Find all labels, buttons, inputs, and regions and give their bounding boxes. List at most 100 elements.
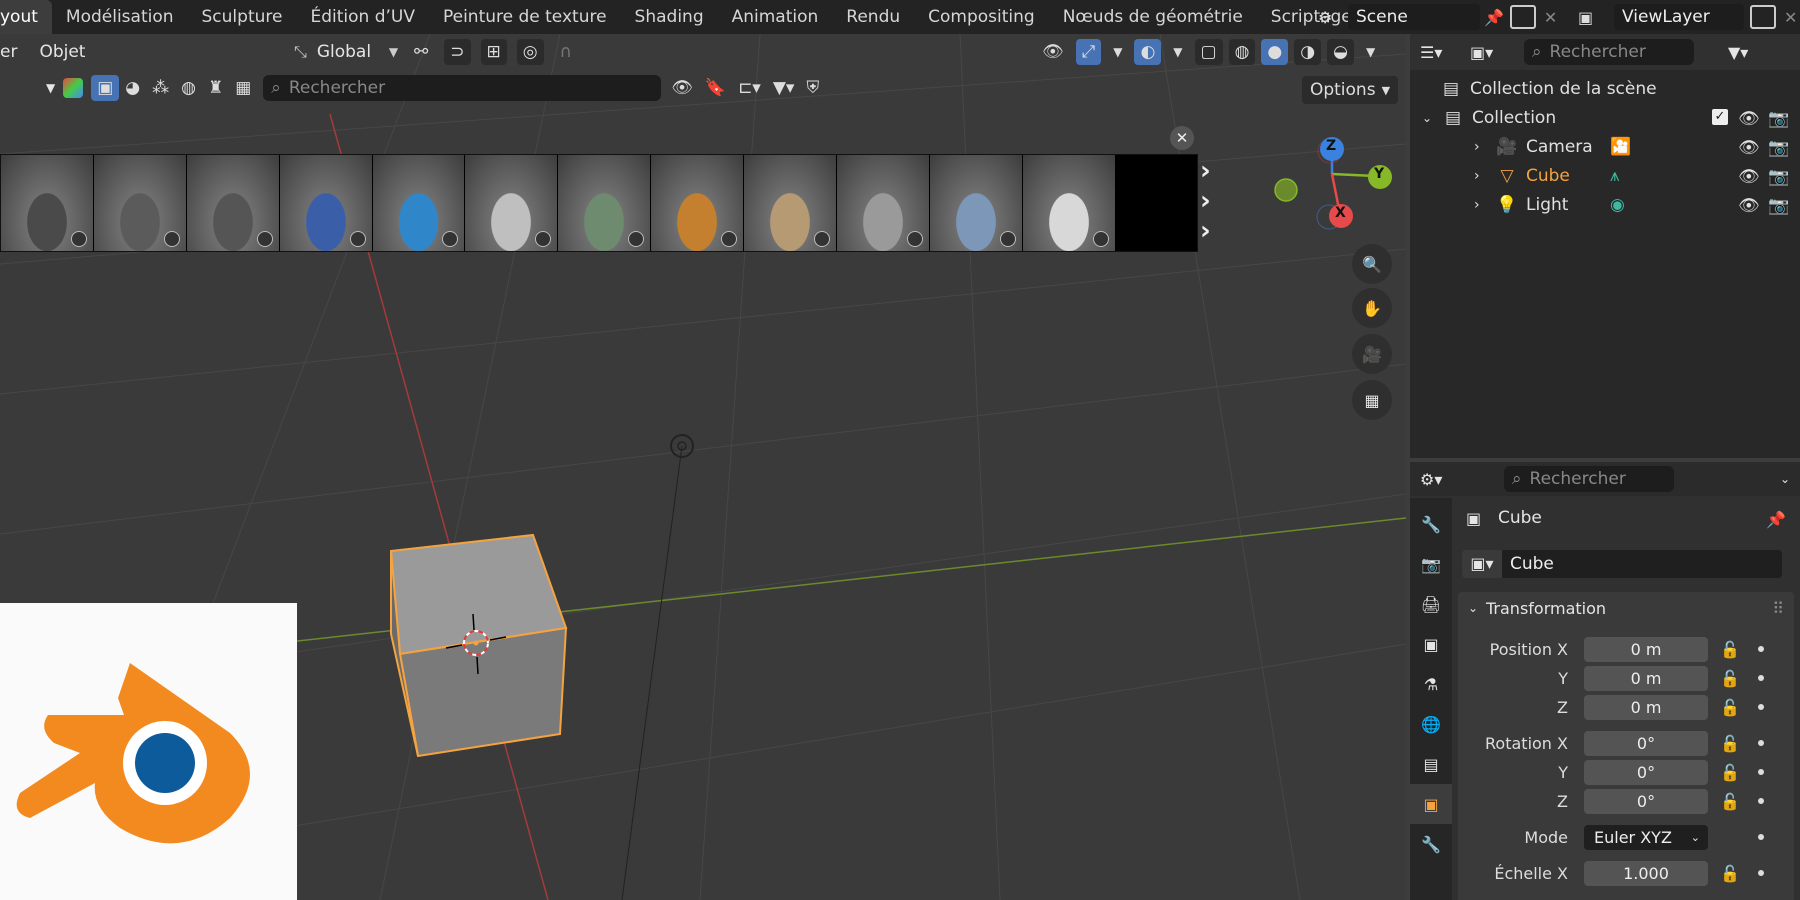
- tab-compositing[interactable]: Compositing: [914, 0, 1049, 34]
- pin-icon[interactable]: 📌: [1766, 510, 1786, 529]
- chevron-right-icon[interactable]: ›: [1474, 139, 1496, 155]
- modifier-tab-icon[interactable]: 🔧: [1410, 824, 1452, 864]
- tab-uv-editing[interactable]: Édition d’UV: [296, 0, 429, 34]
- asset-thumbnail[interactable]: [929, 155, 1022, 251]
- chevron-down-icon[interactable]: ⌄: [1422, 111, 1442, 125]
- keyframe-dot-icon[interactable]: [1758, 798, 1764, 804]
- object-data-icon[interactable]: 🎦: [1610, 137, 1631, 157]
- strip-arrow-icon[interactable]: ›: [1200, 158, 1226, 184]
- transform-value-field[interactable]: 0 m: [1584, 636, 1708, 662]
- tab-modeling[interactable]: Modélisation: [52, 0, 188, 34]
- strip-arrow-icon[interactable]: ›: [1200, 218, 1226, 244]
- gizmo-label-x[interactable]: X: [1335, 205, 1346, 221]
- output-tab-icon[interactable]: 🖨: [1410, 584, 1452, 624]
- copy-scene-icon[interactable]: [1509, 5, 1536, 29]
- transform-value-field[interactable]: 0 m: [1584, 665, 1708, 691]
- chevron-down-icon[interactable]: ⌄: [1780, 472, 1790, 486]
- checkbox-icon[interactable]: ✓: [1712, 108, 1728, 125]
- material-shading-icon[interactable]: ◑: [1294, 39, 1322, 65]
- strip-arrow-icon[interactable]: ›: [1200, 188, 1226, 214]
- scale-value-field[interactable]: 1.000: [1584, 860, 1708, 886]
- eye-icon[interactable]: 👁: [1738, 109, 1760, 129]
- color-cube-icon[interactable]: [63, 78, 84, 98]
- lock-icon[interactable]: 🔓: [1720, 669, 1740, 688]
- outliner-search-input[interactable]: ⌕ Rechercher: [1524, 39, 1694, 65]
- drag-handle-icon[interactable]: ⠿: [1772, 599, 1784, 618]
- filter-icon[interactable]: ▼▾: [767, 75, 801, 101]
- lock-icon[interactable]: 🔓: [1720, 698, 1740, 717]
- overlay-toggle-icon[interactable]: ◐: [1134, 39, 1162, 65]
- visibility-icon[interactable]: 👁: [1036, 39, 1070, 65]
- chevron-right-icon[interactable]: ›: [1474, 168, 1496, 184]
- render-camera-icon[interactable]: 📷: [1768, 167, 1789, 187]
- object-filter-icon[interactable]: ▣: [91, 75, 120, 101]
- lock-icon[interactable]: 🔓: [1720, 763, 1740, 782]
- outliner-filter-icon[interactable]: ▼▾: [1728, 43, 1748, 62]
- render-camera-icon[interactable]: 📷: [1768, 196, 1789, 216]
- keyframe-dot-icon[interactable]: [1758, 704, 1764, 710]
- lock-icon[interactable]: 🔓: [1720, 640, 1740, 659]
- tab-animation[interactable]: Animation: [718, 0, 833, 34]
- view-layer-tab-icon[interactable]: ▣: [1410, 624, 1452, 664]
- tool-tab-icon[interactable]: 🔧: [1410, 504, 1452, 544]
- chevron-down-icon[interactable]: ▼: [389, 45, 398, 59]
- lock-icon[interactable]: 🔓: [1720, 734, 1740, 753]
- keyframe-dot-icon[interactable]: [1758, 769, 1764, 775]
- outliner-item-camera[interactable]: › 🎥 Camera 🎦 👁 📷: [1410, 132, 1800, 161]
- tab-rendering[interactable]: Rendu: [832, 0, 914, 34]
- keyframe-dot-icon[interactable]: [1758, 675, 1764, 681]
- view-menu[interactable]: er: [0, 42, 17, 62]
- tab-sculpting[interactable]: Sculpture: [188, 0, 297, 34]
- close-view-layer-icon[interactable]: ✕: [1784, 8, 1797, 27]
- world-tab-icon[interactable]: 🌐: [1410, 704, 1452, 744]
- scene-filter-icon[interactable]: ♜: [202, 75, 229, 101]
- keyframe-dot-icon[interactable]: [1758, 646, 1764, 652]
- snap-target-icon[interactable]: ⊞: [480, 39, 507, 65]
- xray-icon[interactable]: ▢: [1194, 39, 1223, 65]
- object-data-icon[interactable]: ◉: [1610, 195, 1625, 215]
- rendered-shading-icon[interactable]: ◒: [1327, 39, 1354, 65]
- asset-search-input[interactable]: ⌕ Rechercher: [263, 75, 662, 101]
- collection-tab-icon[interactable]: ▤: [1410, 744, 1452, 784]
- transform-value-field[interactable]: 0°: [1584, 730, 1708, 756]
- lock-icon[interactable]: 🔓: [1720, 792, 1740, 811]
- gizmo-label-z[interactable]: Z: [1326, 138, 1336, 154]
- solid-shading-icon[interactable]: ●: [1261, 39, 1289, 65]
- asset-thumbnail[interactable]: [837, 155, 929, 251]
- render-camera-icon[interactable]: 📷: [1768, 138, 1789, 158]
- pivot-icon[interactable]: ⚯: [408, 39, 434, 65]
- render-camera-icon[interactable]: 📷: [1768, 109, 1789, 129]
- keyframe-dot-icon[interactable]: [1758, 870, 1764, 876]
- asset-thumbnail[interactable]: [1, 155, 93, 251]
- falloff-icon[interactable]: ∩: [554, 39, 578, 65]
- pan-hand-icon[interactable]: ✋: [1352, 288, 1392, 328]
- close-strip-icon[interactable]: ✕: [1170, 126, 1194, 150]
- collection-row[interactable]: ⌄ ▤ Collection ✓ 👁 📷: [1410, 103, 1800, 132]
- chevron-down-icon[interactable]: ▼: [46, 81, 55, 95]
- rotation-mode-dropdown[interactable]: Euler XYZ ⌄: [1584, 824, 1708, 850]
- eye-icon[interactable]: 👁: [665, 75, 699, 101]
- object-data-icon[interactable]: ▣▾: [1462, 550, 1502, 578]
- outliner-item-light[interactable]: › 💡 Light ◉ 👁 📷: [1410, 190, 1800, 219]
- asset-thumbnail[interactable]: [93, 155, 186, 251]
- transform-value-field[interactable]: 0°: [1584, 788, 1708, 814]
- filter-view-icon[interactable]: ▣▾: [1470, 43, 1514, 62]
- render-tab-icon[interactable]: 📷: [1410, 544, 1452, 584]
- tab-layout[interactable]: yout: [0, 0, 52, 34]
- object-name-field[interactable]: Cube: [1502, 550, 1782, 578]
- object-tab-icon[interactable]: ▣: [1410, 784, 1452, 824]
- tab-shading[interactable]: Shading: [621, 0, 718, 34]
- proportional-edit-icon[interactable]: ◎: [516, 39, 544, 65]
- overlay-dropdown-icon[interactable]: ▼: [1167, 39, 1188, 65]
- asset-thumbnail[interactable]: [558, 155, 651, 251]
- shield-icon[interactable]: ⛨: [800, 75, 825, 101]
- asset-thumbnail[interactable]: [279, 155, 372, 251]
- shading-dropdown-icon[interactable]: ▼: [1360, 39, 1381, 65]
- brush-filter-icon[interactable]: ▦: [229, 75, 257, 101]
- copy-view-layer-icon[interactable]: [1750, 5, 1776, 29]
- asset-thumbnail[interactable]: [651, 155, 744, 251]
- scene-collection-row[interactable]: ▤ Collection de la scène: [1410, 74, 1800, 103]
- asset-thumbnail[interactable]: [372, 155, 465, 251]
- asset-thumbnail[interactable]: [1022, 155, 1115, 251]
- node-filter-icon[interactable]: ⁂: [146, 75, 175, 101]
